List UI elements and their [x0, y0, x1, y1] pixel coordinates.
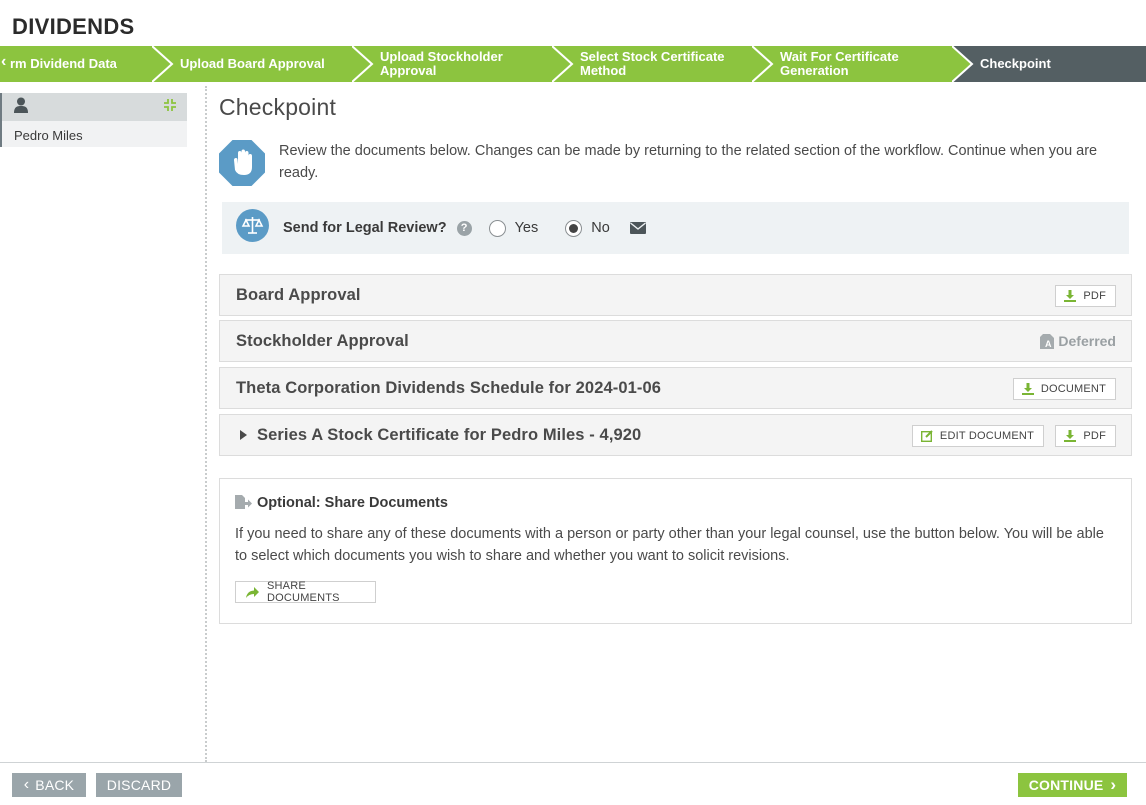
step-wait-certificate-generation[interactable]: Wait For Certificate Generation: [752, 46, 972, 82]
edit-document-button[interactable]: EDIT DOCUMENT: [911, 425, 1044, 447]
document-name: Stockholder Approval: [236, 331, 409, 350]
step-confirm-dividend-data[interactable]: ‹ rm Dividend Data: [0, 46, 172, 82]
chevron-left-icon: ‹: [23, 776, 30, 793]
svg-text:A: A: [1045, 339, 1052, 349]
step-label: Checkpoint: [980, 56, 1051, 71]
button-label: PDF: [1083, 430, 1106, 442]
footer-divider: [0, 762, 1146, 763]
sidebar-item-person[interactable]: Pedro Miles: [0, 121, 187, 147]
document-row-stockholder-approval: Stockholder Approval A Deferred: [219, 320, 1132, 362]
pdf-download-button[interactable]: PDF: [1055, 425, 1116, 447]
chevron-left-icon: ‹: [1, 53, 7, 70]
continue-button[interactable]: CONTINUE ›: [1018, 773, 1127, 797]
radio-no[interactable]: No: [565, 219, 610, 237]
share-documents-panel: Optional: Share Documents If you need to…: [219, 478, 1132, 624]
download-icon: [1064, 290, 1077, 302]
step-checkpoint[interactable]: Checkpoint: [952, 46, 1146, 82]
share-arrow-icon: [246, 586, 259, 598]
step-upload-stockholder-approval[interactable]: Upload Stockholder Approval: [352, 46, 572, 82]
download-icon: [1021, 383, 1034, 395]
help-icon[interactable]: ?: [456, 220, 472, 236]
button-label: EDIT DOCUMENT: [939, 430, 1034, 442]
share-file-icon: [235, 495, 252, 511]
step-select-certificate-method[interactable]: Select Stock Certificate Method: [552, 46, 772, 82]
radio-yes[interactable]: Yes: [488, 219, 539, 237]
page-title: DIVIDENDS: [12, 14, 135, 39]
edit-icon: [920, 430, 933, 442]
sidebar: Pedro Miles: [0, 93, 187, 147]
document-row-stock-certificate[interactable]: Series A Stock Certificate for Pedro Mil…: [219, 414, 1132, 456]
step-label: Select Stock Certificate Method: [580, 49, 725, 78]
document-name: Board Approval: [236, 285, 361, 304]
document-row-dividends-schedule: Theta Corporation Dividends Schedule for…: [219, 367, 1132, 409]
workflow-steps: ‹ rm Dividend Data Upload Board Approval…: [0, 46, 1146, 82]
section-title: Checkpoint: [219, 94, 337, 120]
step-upload-board-approval[interactable]: Upload Board Approval: [152, 46, 372, 82]
envelope-icon[interactable]: [629, 222, 646, 234]
deferred-document-icon: A: [1040, 333, 1055, 349]
step-label: rm Dividend Data: [10, 56, 117, 71]
radio-circle[interactable]: [565, 219, 583, 237]
chevron-right-icon: ›: [1110, 775, 1117, 794]
intro: Review the documents below. Changes can …: [219, 140, 1132, 188]
scales-icon: [236, 209, 269, 247]
document-name: Theta Corporation Dividends Schedule for…: [236, 378, 662, 397]
button-label: DOCUMENT: [1040, 383, 1106, 395]
share-description: If you need to share any of these docume…: [235, 526, 1104, 564]
button-label: PDF: [1083, 290, 1106, 302]
button-label: BACK: [35, 777, 75, 793]
legal-review-label: Send for Legal Review?: [283, 220, 447, 236]
button-label: CONTINUE: [1028, 777, 1104, 793]
share-heading: Optional: Share Documents: [257, 495, 448, 511]
discard-button[interactable]: DISCARD: [96, 773, 182, 797]
button-label: SHARE DOCUMENTS: [267, 580, 340, 604]
radio-label: Yes: [514, 220, 539, 236]
user-icon: [14, 97, 28, 118]
document-row-board-approval: Board Approval PDF: [219, 274, 1132, 316]
deferred-label: Deferred: [1058, 333, 1116, 349]
step-label: Wait For Certificate Generation: [780, 49, 899, 78]
intro-text: Review the documents below. Changes can …: [279, 143, 1098, 181]
divider: [205, 86, 207, 762]
back-button[interactable]: ‹ BACK: [12, 773, 86, 797]
step-label: Upload Stockholder Approval: [380, 49, 503, 78]
stop-hand-icon: [219, 140, 265, 191]
download-icon: [1064, 430, 1077, 442]
pdf-download-button[interactable]: PDF: [1055, 285, 1116, 307]
legal-review-bar: Send for Legal Review? ? Yes No: [222, 202, 1129, 254]
sidebar-header: [0, 93, 187, 121]
step-label: Upload Board Approval: [180, 56, 325, 71]
deferred-status: A Deferred: [1040, 333, 1116, 349]
radio-circle[interactable]: [488, 219, 506, 237]
collapse-icon[interactable]: [163, 98, 177, 117]
document-download-button[interactable]: DOCUMENT: [1012, 378, 1116, 400]
document-name: Series A Stock Certificate for Pedro Mil…: [257, 425, 642, 444]
share-documents-button[interactable]: SHARE DOCUMENTS: [235, 580, 376, 604]
main-content: Checkpoint Review the documents below. C…: [219, 86, 1132, 624]
radio-label: No: [591, 220, 610, 236]
expand-caret-icon[interactable]: [240, 430, 247, 440]
